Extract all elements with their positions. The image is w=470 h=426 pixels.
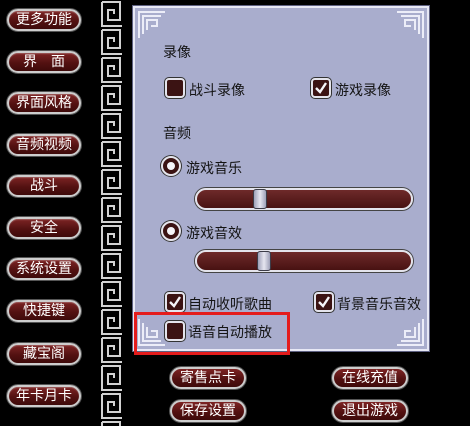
menu-interface-style-button[interactable]: 界面风格 xyxy=(7,92,81,114)
checkmark-icon xyxy=(318,296,330,308)
bg-music-sound-checkbox[interactable] xyxy=(314,292,334,312)
checkmark-icon xyxy=(169,296,181,308)
corner-ornament-bottom-left xyxy=(138,319,165,346)
menu-treasure-pavilion-button[interactable]: 藏宝阁 xyxy=(7,343,81,365)
audio-settings-panel: 录像 战斗录像 游戏录像 音频 游戏音乐 游戏音效 自动收听歌曲 背景音乐音效 … xyxy=(132,5,430,352)
bg-music-sound-label: 背景音乐音效 xyxy=(337,297,421,313)
menu-annual-monthly-card-button[interactable]: 年卡月卡 xyxy=(7,385,81,407)
menu-audio-video-button[interactable]: 音频视频 xyxy=(7,134,81,156)
auto-collect-songs-checkbox[interactable] xyxy=(165,292,185,312)
voice-autoplay-checkbox[interactable] xyxy=(165,321,185,341)
audio-section-title: 音频 xyxy=(163,126,191,142)
game-sound-effects-label: 游戏音效 xyxy=(186,226,242,242)
menu-system-settings-button[interactable]: 系统设置 xyxy=(7,258,81,280)
game-sound-effects-volume-slider[interactable] xyxy=(195,250,413,272)
checkmark-icon xyxy=(315,82,327,94)
game-sound-effects-slider-handle[interactable] xyxy=(257,251,271,271)
greek-key-border xyxy=(98,0,126,426)
radio-selected-dot xyxy=(167,162,175,170)
menu-security-button[interactable]: 安全 xyxy=(7,217,81,239)
battle-recording-checkbox[interactable] xyxy=(165,78,185,98)
corner-ornament-bottom-right xyxy=(397,319,424,346)
game-music-label: 游戏音乐 xyxy=(186,161,242,177)
radio-selected-dot xyxy=(167,227,175,235)
game-sound-effects-radio[interactable] xyxy=(161,221,181,241)
menu-hotkeys-button[interactable]: 快捷键 xyxy=(7,300,81,322)
menu-more-functions-button[interactable]: 更多功能 xyxy=(7,9,81,31)
recording-section-title: 录像 xyxy=(163,45,191,61)
exit-game-button[interactable]: 退出游戏 xyxy=(332,400,408,422)
voice-autoplay-label: 语音自动播放 xyxy=(188,325,272,341)
auto-collect-songs-label: 自动收听歌曲 xyxy=(188,297,272,313)
corner-ornament-top-right xyxy=(397,11,424,38)
save-settings-button[interactable]: 保存设置 xyxy=(170,400,246,422)
corner-ornament-top-left xyxy=(138,11,165,38)
battle-recording-label: 战斗录像 xyxy=(189,83,245,99)
game-recording-checkbox[interactable] xyxy=(311,78,331,98)
online-recharge-button[interactable]: 在线充值 xyxy=(332,367,408,389)
game-music-radio[interactable] xyxy=(161,156,181,176)
menu-battle-button[interactable]: 战斗 xyxy=(7,175,81,197)
menu-interface-button[interactable]: 界 面 xyxy=(7,51,81,73)
game-recording-label: 游戏录像 xyxy=(335,83,391,99)
consign-card-button[interactable]: 寄售点卡 xyxy=(170,367,246,389)
game-music-slider-handle[interactable] xyxy=(253,189,267,209)
game-music-volume-slider[interactable] xyxy=(195,188,413,210)
